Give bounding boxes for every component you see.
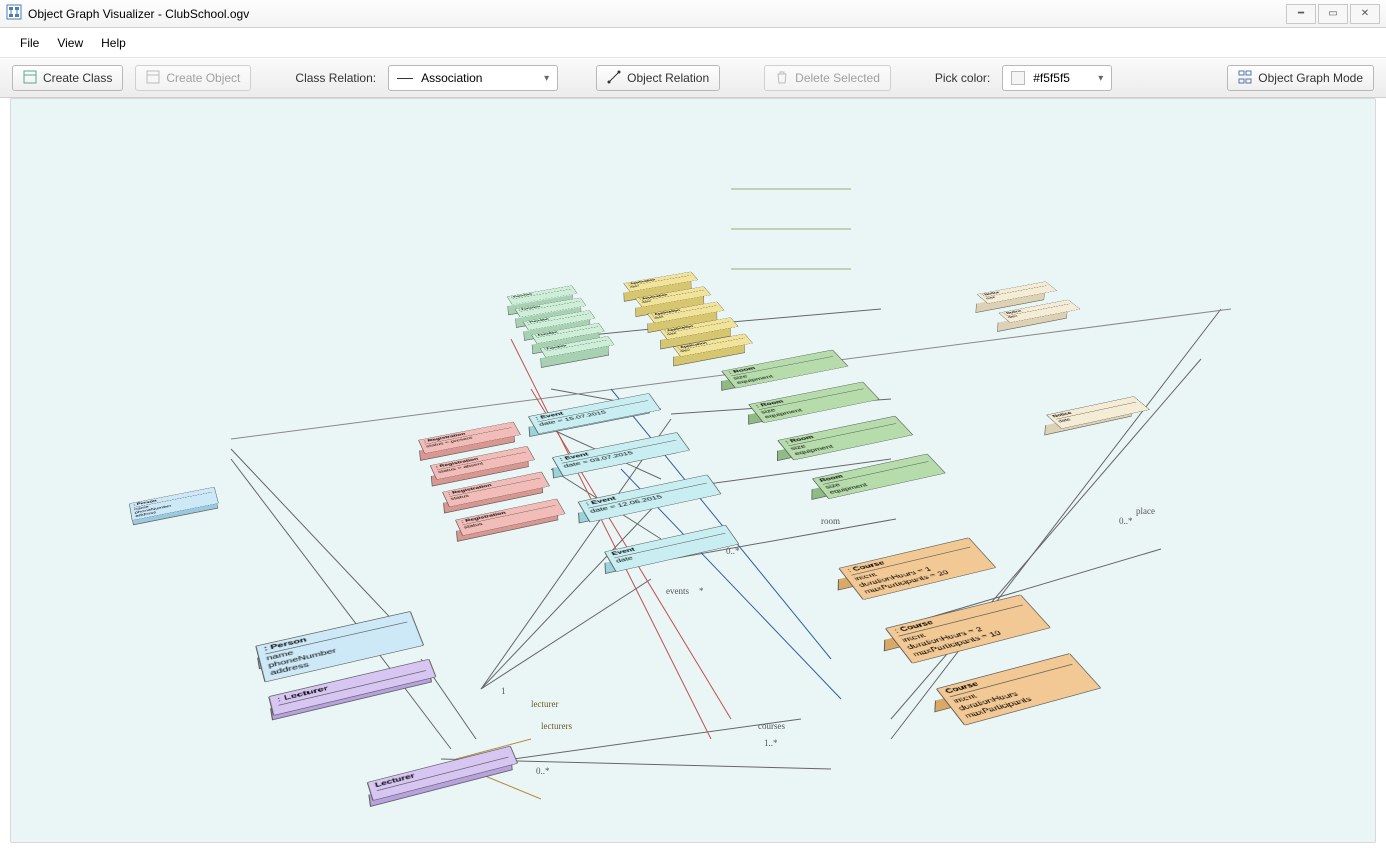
color-value: #f5f5f5 — [1033, 71, 1070, 85]
pick-color-label: Pick color: — [935, 71, 990, 85]
object-relation-button[interactable]: Object Relation — [596, 65, 720, 91]
canvas[interactable]: lecturer lecturers events courses room p… — [10, 98, 1376, 843]
create-class-label: Create Class — [43, 71, 112, 85]
class-icon — [23, 70, 37, 87]
notice-class-card[interactable]: Noticedate — [1045, 406, 1149, 439]
class-relation-combo[interactable]: Association ▾ — [388, 65, 558, 91]
object-graph-mode-button[interactable]: Object Graph Mode — [1227, 65, 1374, 91]
chevron-down-icon: ▾ — [544, 73, 549, 84]
person-class-card[interactable]: : Person name phoneNumber address — [131, 497, 221, 531]
trash-icon — [775, 70, 789, 87]
menu-help[interactable]: Help — [101, 36, 126, 50]
course-card-1[interactable]: : CourseintentdurationHours = 1maxPartic… — [838, 548, 996, 611]
registration-card-4[interactable]: : Registrationstatus — [456, 509, 566, 547]
window-title: Object Graph Visualizer - ClubSchool.ogv — [28, 7, 249, 21]
toolbar: Create Class Create Object Class Relatio… — [0, 58, 1386, 98]
event-card-3[interactable]: : Eventdate = 12.06.2015 — [578, 485, 722, 533]
titlebar: Object Graph Visualizer - ClubSchool.ogv… — [0, 0, 1386, 28]
menu-file[interactable]: File — [20, 36, 39, 50]
object-icon — [146, 70, 160, 87]
relation-icon — [607, 70, 621, 87]
create-object-label: Create Object — [166, 71, 240, 85]
minimize-button[interactable]: ━ — [1286, 4, 1316, 24]
lecturer-class-card[interactable]: Lecturer — [368, 757, 519, 813]
application-card-5[interactable]: : Applicationdate — [673, 343, 753, 366]
class-relation-label: Class Relation: — [295, 71, 376, 85]
delete-selected-label: Delete Selected — [795, 71, 880, 85]
create-class-button[interactable]: Create Class — [12, 65, 123, 91]
color-combo[interactable]: #f5f5f5 ▾ — [1002, 65, 1112, 91]
maximize-button[interactable]: ▭ — [1318, 4, 1348, 24]
app-icon — [6, 4, 22, 23]
event-card-2[interactable]: : Eventdate = 03.07.2015 — [552, 442, 690, 487]
object-graph-mode-label: Object Graph Mode — [1258, 71, 1363, 85]
create-object-button: Create Object — [135, 65, 251, 91]
event-class-card[interactable]: Eventdate — [605, 535, 740, 583]
room-class-card[interactable]: Roomsizeequipment — [812, 464, 946, 510]
event-card-1[interactable]: : Eventdate = 15.07.2015 — [529, 403, 662, 444]
menu-view[interactable]: View — [57, 36, 83, 50]
menubar: File View Help — [0, 28, 1386, 58]
object-relation-label: Object Relation — [627, 71, 709, 85]
delete-selected-button: Delete Selected — [764, 65, 891, 91]
function-card-5[interactable]: : Function — [540, 345, 615, 367]
course-class-card[interactable]: CourseintentdurationHoursmaxParticipants — [935, 664, 1100, 737]
notice-card-2[interactable]: : Noticedate — [998, 309, 1080, 332]
class-relation-value: Association — [421, 71, 482, 85]
graph-mode-icon — [1238, 70, 1252, 87]
close-button[interactable]: ✕ — [1350, 4, 1380, 24]
color-swatch — [1011, 71, 1025, 85]
chevron-down-icon: ▾ — [1098, 73, 1103, 84]
